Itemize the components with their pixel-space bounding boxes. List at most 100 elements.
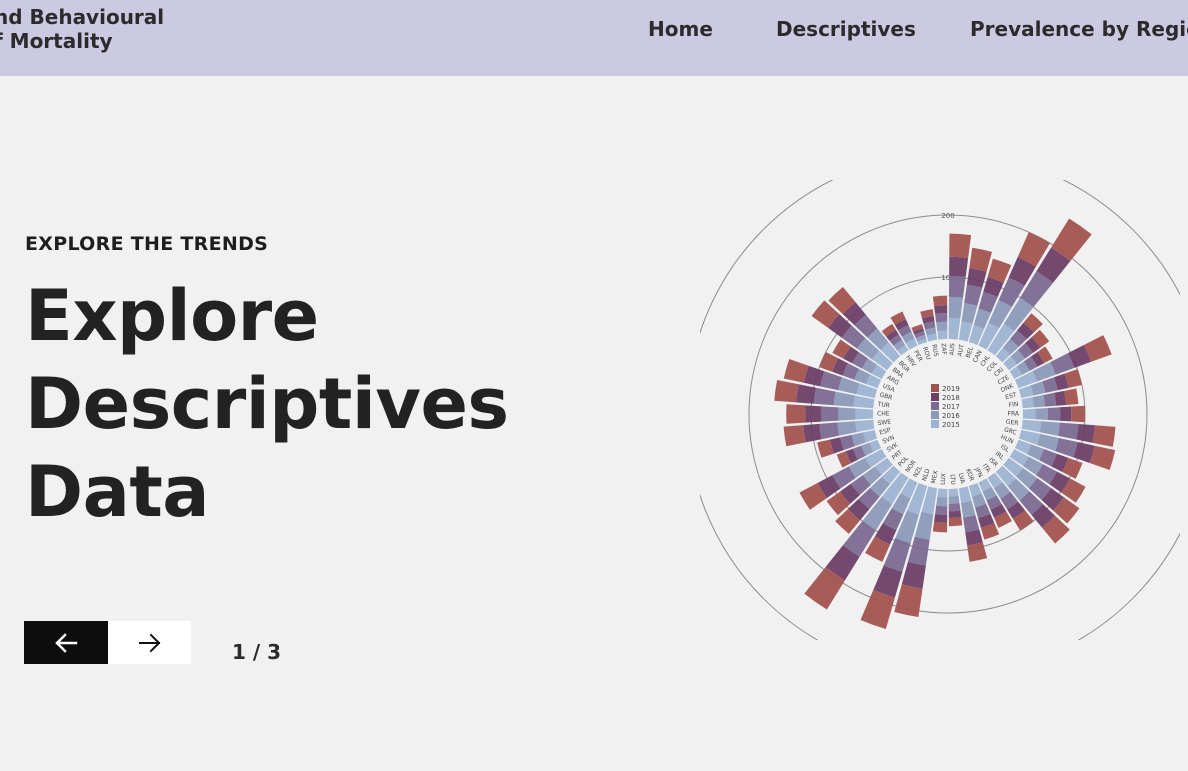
category-label-tur: TUR <box>876 401 890 410</box>
bar-aus-2019 <box>949 233 972 259</box>
bar-lva-2015 <box>958 486 972 503</box>
hero-title-line-2: Descriptives <box>25 363 509 445</box>
bar-aus-2017 <box>948 275 966 298</box>
bar-che-2016 <box>838 407 856 421</box>
next-slide-button[interactable] <box>108 621 191 664</box>
bar-fra-2018 <box>1059 406 1072 422</box>
category-label-ger: GER <box>1005 418 1018 427</box>
category-label-est: EST <box>1005 391 1018 401</box>
bar-fin-2017 <box>1043 392 1057 407</box>
bar-fra-2019 <box>1071 405 1085 423</box>
bar-fra-2015 <box>1022 408 1036 420</box>
nav-home[interactable]: Home <box>648 17 713 41</box>
bar-swe-2019 <box>783 425 806 447</box>
bar-lux-2018 <box>934 514 948 523</box>
bar-zaf-2015 <box>937 330 948 340</box>
bar-ltu-2018 <box>948 510 962 519</box>
bar-ltu-2015 <box>948 488 959 497</box>
bar-fin-2018 <box>1054 390 1067 406</box>
bar-aut-2017 <box>964 284 983 306</box>
bar-ger-2015 <box>1021 419 1042 433</box>
bar-che-2017 <box>820 406 839 422</box>
bar-zaf-2016 <box>936 321 948 332</box>
category-label-fra: FRA <box>1008 411 1020 418</box>
bar-lva-2017 <box>963 515 980 533</box>
ring-300 <box>700 180 1180 640</box>
hero-title-line-1: Explore <box>25 275 319 357</box>
bar-lva-2019 <box>967 542 988 562</box>
prev-slide-button[interactable] <box>24 621 108 664</box>
bar-aut-2019 <box>969 247 992 272</box>
bar-ltu-2019 <box>948 517 963 527</box>
hero-title: Explore Descriptives Data <box>25 272 509 536</box>
ring-label-200: 200 <box>941 212 954 220</box>
section-kicker: EXPLORE THE TRENDS <box>25 233 269 255</box>
bar-lux-2015 <box>937 488 948 498</box>
bar-ger-2019 <box>1092 425 1116 447</box>
site-title-line-2: f Mortality <box>0 29 113 53</box>
legend-label-2019: 2019 <box>942 385 960 393</box>
bar-aus-2018 <box>949 256 969 277</box>
bar-aut-2016 <box>961 302 978 324</box>
category-label-zaf: ZAF <box>940 343 948 356</box>
bar-mex-2019 <box>894 584 923 618</box>
bar-che-2015 <box>855 408 874 420</box>
legend-swatch-2016 <box>931 411 939 419</box>
category-label-mex: MEX <box>930 470 940 484</box>
arrow-left-icon <box>55 632 78 653</box>
bar-ltu-2016 <box>948 495 960 504</box>
bar-aus-2016 <box>948 296 964 319</box>
category-label-lux: LUX <box>940 473 948 485</box>
bar-fin-2015 <box>1021 397 1034 409</box>
bar-zaf-2017 <box>935 312 948 323</box>
bar-swe-2016 <box>837 421 857 436</box>
chart-rings: 100200300 <box>700 180 1180 640</box>
bar-fra-2017 <box>1047 407 1061 421</box>
bar-ltu-2017 <box>948 503 961 512</box>
legend-swatch-2019 <box>931 384 939 392</box>
bar-tur-2017 <box>813 387 836 406</box>
bar-mex-2018 <box>901 561 926 589</box>
bar-lux-2019 <box>932 521 948 533</box>
bar-tur-2016 <box>833 391 855 407</box>
bar-ger-2018 <box>1076 423 1096 443</box>
bar-tur-2019 <box>774 379 799 403</box>
bar-ger-2017 <box>1058 422 1079 440</box>
bar-lva-2016 <box>960 500 976 518</box>
bar-ger-2016 <box>1039 421 1060 436</box>
category-label-ltu: LTU <box>949 474 957 485</box>
site-title-line-1: nd Behavioural <box>0 5 165 29</box>
bar-aus-2015 <box>948 317 961 340</box>
bar-che-2019 <box>786 404 806 424</box>
legend-swatch-2017 <box>931 402 939 410</box>
bar-swe-2018 <box>803 423 822 443</box>
category-label-che: CHE <box>877 411 890 418</box>
bar-fra-2016 <box>1035 408 1048 420</box>
bar-aut-2018 <box>966 268 987 288</box>
bar-che-2018 <box>805 405 822 423</box>
bar-lux-2016 <box>936 496 948 507</box>
site-title[interactable]: nd Behavioural f Mortality <box>0 5 164 53</box>
bar-zaf-2018 <box>934 305 948 314</box>
slide-counter: 1 / 3 <box>232 640 282 664</box>
legend-label-2015: 2015 <box>942 421 960 429</box>
hero-title-line-3: Data <box>25 451 210 533</box>
nav-prevalence-by-region[interactable]: Prevalence by Regio <box>970 17 1188 41</box>
legend-label-2018: 2018 <box>942 394 960 402</box>
radial-stacked-bar-chart: 100200300 AUSAUTBELCANCHLCOLCRICZEDNKEST… <box>700 180 1180 640</box>
legend-label-2016: 2016 <box>942 412 960 420</box>
category-label-fin: FIN <box>1008 401 1019 409</box>
legend-swatch-2015 <box>931 420 939 428</box>
legend-label-2017: 2017 <box>942 403 960 411</box>
bar-lux-2017 <box>935 505 948 516</box>
legend-swatch-2018 <box>931 393 939 401</box>
bar-swe-2017 <box>819 422 840 440</box>
arrow-right-icon <box>138 633 160 652</box>
bar-fin-2019 <box>1064 388 1079 405</box>
bar-swe-2015 <box>855 419 875 433</box>
top-bar: nd Behavioural f Mortality Home Descript… <box>0 0 1188 76</box>
category-label-aus: AUS <box>949 343 957 356</box>
chart-legend: 20192018201720162015 <box>931 384 960 429</box>
nav-descriptives[interactable]: Descriptives <box>776 17 916 41</box>
bar-zaf-2019 <box>932 295 948 307</box>
